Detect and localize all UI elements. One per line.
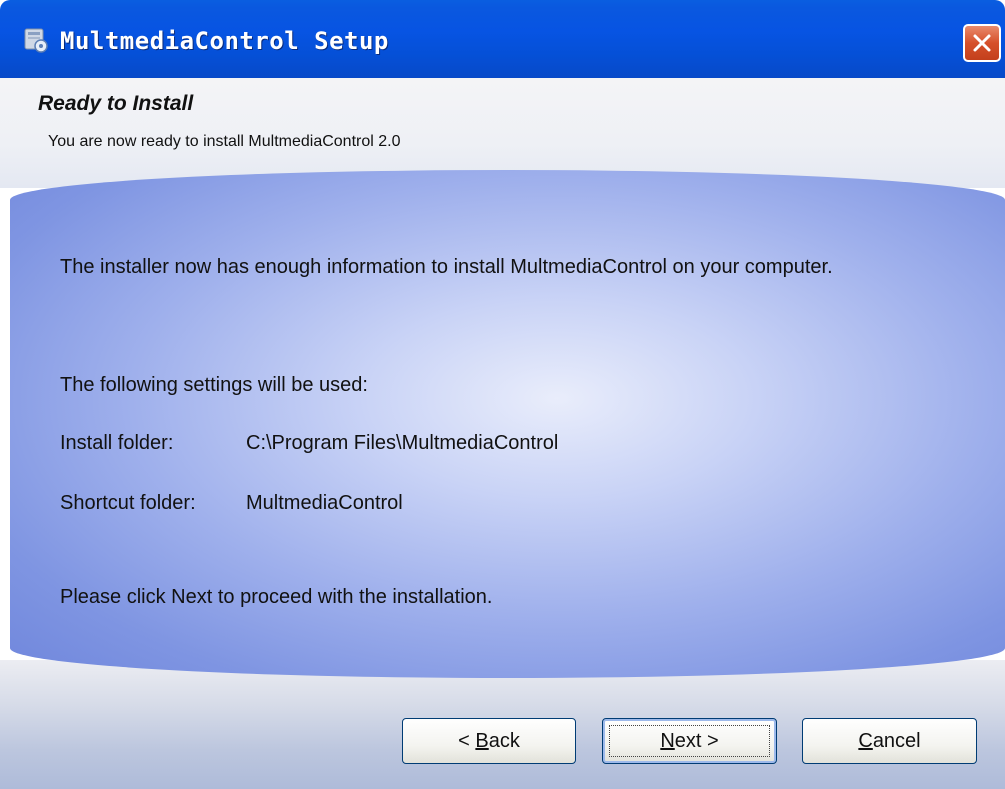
back-prefix: < bbox=[458, 730, 476, 752]
shortcut-folder-value: MultmediaControl bbox=[246, 492, 403, 514]
intro-text: The installer now has enough information… bbox=[60, 256, 833, 278]
close-button[interactable] bbox=[963, 24, 1001, 62]
setup-window: MultmediaControl Setup Ready to Install … bbox=[0, 0, 1005, 789]
page-title: Ready to Install bbox=[38, 92, 194, 115]
back-rest: ack bbox=[488, 730, 520, 752]
shortcut-folder-label: Shortcut folder: bbox=[60, 492, 196, 514]
back-mnemonic: B bbox=[475, 730, 489, 752]
install-folder-label: Install folder: bbox=[60, 432, 174, 454]
focus-ring bbox=[609, 725, 770, 757]
content-panel: The installer now has enough information… bbox=[10, 170, 1005, 678]
cancel-button[interactable]: Cancel bbox=[802, 718, 977, 764]
close-icon bbox=[973, 34, 991, 52]
settings-heading: The following settings will be used: bbox=[60, 374, 368, 396]
back-button[interactable]: < Back bbox=[402, 718, 576, 764]
proceed-text: Please click Next to proceed with the in… bbox=[60, 586, 493, 608]
cancel-rest: ancel bbox=[872, 730, 921, 752]
install-folder-value: C:\Program Files\MultmediaControl bbox=[246, 432, 559, 454]
window-title: MultmediaControl Setup bbox=[60, 27, 389, 55]
cancel-mnemonic: C bbox=[858, 730, 873, 752]
next-button[interactable]: Next > bbox=[602, 718, 777, 764]
page-subtitle: You are now ready to install MultmediaCo… bbox=[48, 133, 401, 150]
setup-app-icon bbox=[22, 26, 50, 54]
title-bar[interactable]: MultmediaControl Setup bbox=[0, 0, 1005, 78]
